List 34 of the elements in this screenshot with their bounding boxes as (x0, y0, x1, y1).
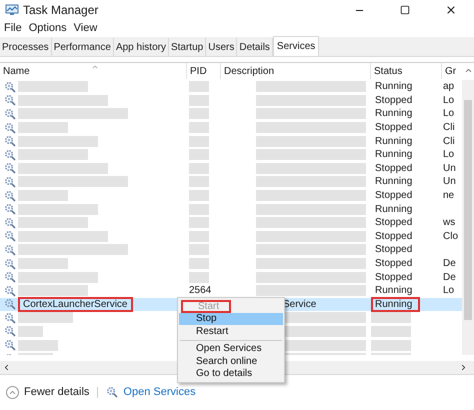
status-cell-text: Stopped (374, 243, 414, 258)
group-cell: De (443, 258, 456, 270)
status-cell-text: Stopped (374, 270, 414, 285)
group-cell: Clo (443, 230, 458, 242)
group-cell: Un (443, 162, 456, 174)
group-cell: Cli (443, 136, 455, 147)
status-cell-text: Running (374, 284, 414, 298)
status-cell-text: Stopped (374, 257, 414, 272)
group-cell: ne (443, 190, 454, 202)
status-cell-text: Stopped (374, 189, 414, 204)
status-cell-text: Running (374, 148, 414, 162)
group-cell: Lo (443, 285, 454, 296)
group-cell: Lo (443, 149, 454, 160)
status-cell: Running (371, 296, 420, 312)
pid-cell: 2564 (189, 285, 212, 296)
group-cell: Lo (443, 94, 454, 106)
service-name: CortexLauncherService (18, 296, 132, 312)
status-cell-text: Running (374, 107, 414, 122)
status-cell-text: Running (374, 175, 414, 190)
status-cell-text: Running (374, 80, 414, 94)
group-cell: Lo (443, 108, 454, 120)
group-cell: De (443, 272, 456, 283)
status-cell-text: Stopped (374, 216, 414, 230)
group-cell: ws (443, 217, 456, 228)
group-cell: Un (443, 176, 456, 188)
status-cell-text: Stopped (374, 121, 414, 136)
status-cell-text: Stopped (374, 230, 414, 244)
status-cell-text: Running (374, 202, 414, 217)
status-cell-text: Stopped (374, 162, 414, 176)
group-cell: ap (443, 81, 454, 92)
status-cell-text: Running (374, 134, 414, 149)
status-cell-text: Stopped (374, 94, 414, 108)
group-cell: Cli (443, 122, 455, 134)
window-title: Task Manager (23, 2, 98, 19)
